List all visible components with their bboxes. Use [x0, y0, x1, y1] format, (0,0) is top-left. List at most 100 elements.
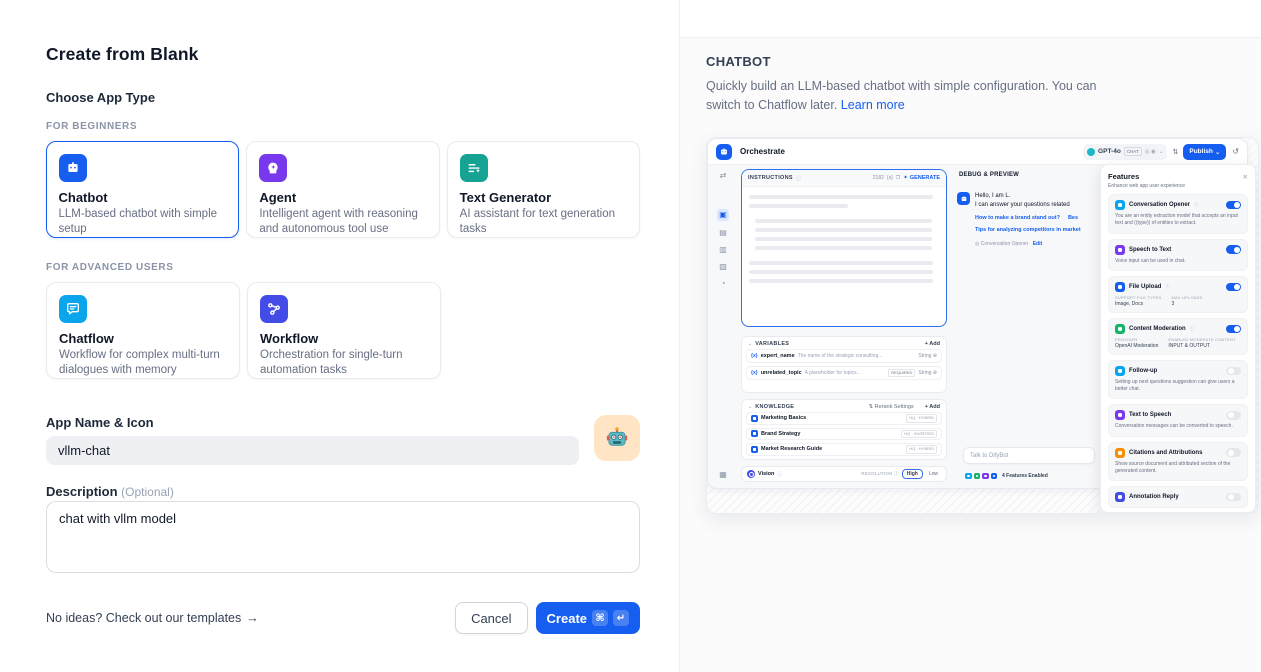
skeleton-line — [755, 246, 932, 250]
knowledge-row: Market Research Guide HQ · HYBRID — [746, 443, 942, 456]
spark-icon: ✦ — [903, 175, 908, 181]
dataset-icon — [751, 415, 758, 422]
history-icon: ↺ — [1232, 147, 1239, 156]
description-textarea[interactable]: chat with vllm model — [46, 501, 640, 573]
instructions-skeleton — [742, 187, 946, 296]
feature-badge-icon — [965, 473, 972, 480]
chevron-down-icon: ⌄ — [1159, 149, 1164, 155]
debug-preview-title: DEBUG & PREVIEW — [959, 172, 1097, 178]
globe-icon: ◔ — [721, 279, 726, 289]
cmd-key-icon: ⌘ — [592, 610, 608, 626]
feature-badge-icon — [982, 473, 989, 480]
greeting-line: I can answer your questions related — [975, 201, 1081, 210]
text-to-speech-icon — [1115, 410, 1125, 420]
workflow-icon — [260, 295, 288, 323]
speech-to-text-icon — [1115, 245, 1125, 255]
suggested-question: How to make a brand stand out?Bes — [975, 214, 1081, 224]
bot-avatar — [957, 192, 970, 205]
modal-footer: No ideas? Check out our templates → Canc… — [46, 602, 640, 634]
conversation-opener-icon — [1115, 200, 1125, 210]
app-avatar-icon — [716, 144, 732, 160]
agent-icon — [259, 154, 287, 182]
optional-hint: (Optional) — [121, 485, 174, 499]
model-provider-icon — [1087, 148, 1095, 156]
swap-icon: ⇄ — [720, 171, 727, 181]
app-type-card-chatflow[interactable]: Chatflow Workflow for complex multi-turn… — [46, 282, 240, 379]
app-icon-picker[interactable] — [594, 415, 640, 461]
rerank-settings-button: ⇅ Rerank Settings — [868, 404, 913, 410]
suggested-question: Tips for analyzing competitors in market — [975, 226, 1081, 236]
toggle — [1226, 493, 1241, 502]
app-name-input[interactable] — [46, 436, 579, 465]
text-generator-icon — [460, 154, 488, 182]
feature-card-citations: Citations and Attributions Show source d… — [1108, 442, 1248, 482]
file-upload-icon — [1115, 282, 1125, 292]
variables-panel: ⌄ VARIABLES + Add {x} expert_name The na… — [741, 336, 947, 393]
card-title: Workflow — [260, 331, 428, 346]
vision-row: Vision ⓘ RESOLUTION ⓘ High Low — [741, 466, 947, 482]
skeleton-line — [749, 261, 933, 265]
publish-button: Publish ⌄ — [1183, 144, 1226, 160]
info-icon: ⓘ — [1194, 202, 1199, 208]
feature-card-text-to-speech: Text to Speech Conversation messages can… — [1108, 404, 1248, 436]
orchestrate-tab-icon: ▣ — [717, 209, 729, 221]
doc-icon: ▥ — [719, 245, 727, 255]
conversation-opener-row: ◎ Conversation Opener Edit — [975, 241, 1081, 249]
create-app-modal: Create from Blank Choose App Type FOR BE… — [0, 0, 1261, 672]
app-type-card-chatbot[interactable]: Chatbot LLM-based chatbot with simple se… — [46, 141, 239, 238]
cancel-button[interactable]: Cancel — [455, 602, 527, 634]
instructions-header: INSTRUCTIONS ⓘ 2182 {x} ❐ ✦ GENERATE — [742, 170, 946, 187]
skeleton-line — [749, 270, 933, 274]
add-knowledge-button: + Add — [925, 404, 940, 410]
card-title: Agent — [259, 190, 426, 205]
card-title: Chatflow — [59, 331, 227, 346]
chatbot-preview-image: Orchestrate GPT-4o CHAT ◎ ◉ ⌄ ⇅ Publish … — [706, 137, 1259, 514]
opener-icon: ◎ — [975, 241, 979, 247]
feature-badge-icon — [974, 473, 981, 480]
edit-link: Edit — [1033, 241, 1042, 247]
card-desc: Intelligent agent with reasoning and aut… — [259, 207, 426, 237]
footer-buttons: Cancel Create ⌘ ↵ — [455, 602, 640, 634]
enabled-features-row: 4 Features Enabled — [965, 473, 1048, 480]
resolution-low-option: Low — [926, 470, 941, 478]
note-icon: ▧ — [719, 262, 727, 272]
features-title: Features — [1108, 172, 1139, 181]
debug-preview-panel: DEBUG & PREVIEW Hello, I am L. I can ans… — [957, 165, 1097, 488]
model-mode-badge: CHAT — [1124, 147, 1142, 156]
required-badge: REQUIRED — [888, 369, 915, 377]
toggle — [1226, 201, 1241, 210]
create-button[interactable]: Create ⌘ ↵ — [536, 602, 640, 634]
features-enabled-label: 4 Features Enabled — [1002, 473, 1048, 479]
app-type-preview-pane: CHATBOT Quickly build an LLM-based chatb… — [679, 0, 1261, 672]
info-icon: ⓘ — [777, 471, 782, 478]
mini-sidebar-rail: ⇄ ▣ ▤ ▥ ▧ ◔ ▦ — [708, 165, 738, 488]
for-advanced-users-label: FOR ADVANCED USERS — [46, 262, 640, 273]
card-desc: Orchestration for single-turn automation… — [260, 348, 428, 378]
app-type-card-workflow[interactable]: Workflow Orchestration for single-turn a… — [247, 282, 441, 379]
page-title: Create from Blank — [46, 44, 640, 65]
templates-link[interactable]: No ideas? Check out our templates → — [46, 611, 259, 625]
learn-more-link[interactable]: Learn more — [841, 98, 905, 112]
card-desc: AI assistant for text generation tasks — [460, 207, 627, 237]
knowledge-row: Brand Strategy HQ · INVERTED — [746, 428, 942, 441]
image-icon: ▤ — [719, 228, 727, 238]
dataset-icon — [751, 430, 758, 437]
variable-row: {x} expert_name The name of the strategi… — [746, 349, 942, 363]
app-type-card-agent[interactable]: Agent Intelligent agent with reasoning a… — [246, 141, 439, 238]
tune-icon: ⇅ — [1172, 148, 1178, 156]
info-icon: ⓘ — [1190, 326, 1195, 332]
preview-description: Quickly build an LLM-based chatbot with … — [706, 77, 1120, 116]
feature-card-annotation-reply: Annotation Reply — [1108, 486, 1248, 508]
caret-icon: ⌄ — [748, 341, 752, 347]
annotation-reply-icon — [1115, 492, 1125, 502]
instructions-panel: INSTRUCTIONS ⓘ 2182 {x} ❐ ✦ GENERATE — [741, 169, 947, 327]
enter-key-icon: ↵ — [613, 610, 629, 626]
follow-up-icon — [1115, 366, 1125, 376]
mini-topbar: Orchestrate GPT-4o CHAT ◎ ◉ ⌄ ⇅ Publish … — [708, 139, 1247, 165]
app-name-label: App Name & Icon — [46, 415, 640, 430]
grid-icon: ▦ — [719, 470, 727, 480]
app-type-card-text-generator[interactable]: Text Generator AI assistant for text gen… — [447, 141, 640, 238]
chatbot-icon — [59, 154, 87, 182]
variables-token-icon: {x} — [887, 175, 893, 181]
create-from-blank-pane: Create from Blank Choose App Type FOR BE… — [0, 0, 679, 672]
